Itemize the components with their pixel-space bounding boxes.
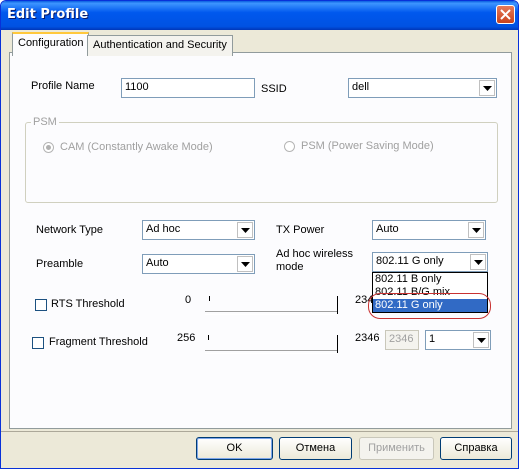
ssid-label: SSID: [261, 83, 287, 95]
rts-threshold-label: RTS Threshold: [51, 298, 125, 310]
rts-slider-thumb[interactable]: [337, 296, 338, 314]
network-type-combo[interactable]: Ad hoc: [142, 220, 255, 240]
ssid-dropdown-button[interactable]: [479, 80, 495, 96]
adhoc-option-b-only[interactable]: 802.11 B only: [373, 273, 487, 286]
psm-radio[interactable]: [284, 141, 295, 152]
cancel-button[interactable]: Отмена: [279, 437, 352, 460]
chevron-down-icon: [472, 228, 481, 233]
tx-power-dropdown-button[interactable]: [468, 222, 484, 238]
tx-power-label: TX Power: [276, 224, 325, 236]
fragment-threshold-label: Fragment Threshold: [49, 336, 148, 348]
network-type-dropdown-button[interactable]: [237, 222, 253, 238]
preamble-combo[interactable]: Auto: [142, 254, 255, 274]
fragment-slider-tick-min: [208, 335, 209, 340]
fragment-threshold-checkbox[interactable]: [32, 337, 44, 349]
edit-profile-window: Edit Profile Profile Name 1100 SSID dell…: [0, 0, 519, 469]
ssid-value: dell: [352, 81, 370, 93]
close-button[interactable]: [496, 5, 515, 24]
rts-slider-tick-min: [209, 296, 210, 301]
apply-button: Применить: [359, 437, 434, 460]
ssid-combo[interactable]: dell: [348, 78, 497, 98]
tab-configuration[interactable]: Configuration: [12, 32, 90, 56]
highlight-annotation-ring: [368, 293, 491, 319]
fragment-unit-dropdown-button[interactable]: [473, 332, 489, 348]
chevron-down-icon: [483, 86, 492, 91]
chevron-down-icon: [477, 338, 486, 343]
help-button[interactable]: Справка: [440, 437, 512, 460]
profile-name-input[interactable]: 1100: [121, 78, 255, 98]
footer-divider: [1, 431, 518, 432]
psm-label: PSM (Power Saving Mode): [301, 140, 434, 152]
adhoc-mode-dropdown-button[interactable]: [470, 254, 486, 270]
cam-radio[interactable]: [43, 142, 54, 153]
preamble-value: Auto: [146, 257, 169, 269]
fragment-slider-thumb[interactable]: [337, 335, 338, 353]
preamble-dropdown-button[interactable]: [237, 256, 253, 272]
tab-authentication-security[interactable]: Authentication and Security: [87, 35, 233, 56]
window-title: Edit Profile: [7, 7, 89, 22]
title-bar[interactable]: Edit Profile: [1, 1, 518, 30]
ok-button[interactable]: OK: [196, 437, 273, 460]
tx-power-value: Auto: [376, 223, 399, 235]
close-icon: [500, 9, 511, 20]
rts-min-label: 0: [185, 294, 192, 306]
adhoc-mode-label-line2: mode: [276, 261, 304, 273]
fragment-slider-track[interactable]: [205, 350, 337, 354]
adhoc-mode-label-line1: Ad hoc wireless: [276, 248, 354, 260]
chevron-down-icon: [241, 228, 250, 233]
chevron-down-icon: [474, 260, 483, 265]
fragment-unit-value: 1: [429, 333, 436, 345]
cam-label: CAM (Constantly Awake Mode): [60, 141, 213, 153]
psm-group-title: PSM: [31, 116, 59, 128]
adhoc-mode-value: 802.11 G only: [376, 255, 444, 267]
fragment-value-field: 2346: [385, 330, 419, 350]
fragment-min-label: 256: [177, 332, 196, 344]
profile-name-label: Profile Name: [31, 80, 95, 92]
adhoc-mode-combo[interactable]: 802.11 G only: [372, 252, 488, 272]
preamble-label: Preamble: [36, 258, 84, 270]
psm-group: [25, 122, 498, 203]
rts-threshold-checkbox[interactable]: [35, 299, 47, 311]
chevron-down-icon: [241, 262, 250, 267]
fragment-unit-combo[interactable]: 1: [425, 330, 491, 350]
configuration-tab-panel: Profile Name 1100 SSID dell PSM CAM (Con…: [9, 52, 512, 429]
tx-power-combo[interactable]: Auto: [372, 220, 486, 240]
fragment-max-label: 2346: [355, 332, 380, 344]
network-type-value: Ad hoc: [146, 223, 181, 235]
rts-slider-track[interactable]: [205, 311, 337, 315]
network-type-label: Network Type: [36, 224, 104, 236]
